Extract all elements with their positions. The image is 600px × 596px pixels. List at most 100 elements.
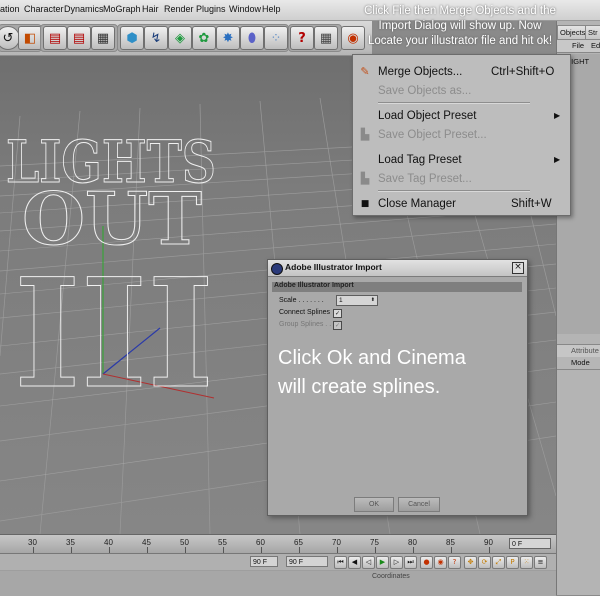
next-key-icon[interactable]: ▷ — [390, 556, 403, 569]
tick-label: 40 — [104, 538, 113, 547]
tab-objects[interactable]: Objects — [557, 25, 587, 40]
menu-item-label: Save Object Preset... — [378, 129, 487, 141]
menu-item-load-object-preset[interactable]: Load Object Preset ▶ — [353, 106, 570, 126]
menu-item-save-object-preset[interactable]: ▙ Save Object Preset... — [353, 125, 570, 145]
attributes-tab-bar: Attribute — [557, 344, 600, 357]
tick-mark — [261, 547, 262, 553]
scale-input[interactable]: 1 ⬍ — [336, 295, 378, 306]
menu-item-load-tag-preset[interactable]: Load Tag Preset ▶ — [353, 150, 570, 170]
stepper-arrows-icon[interactable]: ⬍ — [371, 296, 375, 305]
position-key-icon[interactable]: ✥ — [464, 556, 477, 569]
particle-icon[interactable]: ✸ — [216, 26, 240, 50]
scene-icon[interactable]: ⁘ — [264, 26, 288, 50]
render-view-icon[interactable]: ▤ — [43, 26, 67, 50]
app-logo-icon — [271, 263, 283, 275]
dialog-note-text: Click Ok and Cinema will create splines. — [278, 347, 466, 398]
objects-menu-edit[interactable]: Ed — [591, 41, 600, 50]
group-splines-checkbox[interactable]: ✓ — [333, 321, 342, 330]
menu-item-label: Merge Objects... — [378, 66, 463, 78]
tick-mark — [109, 547, 110, 553]
autokey-icon[interactable]: ◉ — [434, 556, 447, 569]
tick-label: 75 — [370, 538, 379, 547]
menu-plugins[interactable]: Plugins — [196, 4, 226, 14]
spline-pen-icon[interactable]: ↯ — [144, 26, 168, 50]
play-backwards-icon[interactable]: ◁ — [362, 556, 375, 569]
menu-separator — [378, 190, 530, 192]
menu-dynamics[interactable]: Dynamics — [64, 4, 104, 14]
menu-item-merge-objects[interactable]: ✎ Merge Objects... Ctrl+Shift+O — [353, 62, 570, 82]
merge-objects-icon: ✎ — [360, 65, 370, 78]
cube-icon[interactable]: ⬢ — [120, 26, 144, 50]
menu-hair[interactable]: Hair — [142, 4, 159, 14]
submenu-arrow-icon: ▶ — [554, 155, 561, 164]
spline-text-line-3: III — [14, 246, 214, 422]
attributes-menu-mode[interactable]: Mode — [571, 358, 590, 367]
illustrator-import-dialog: Adobe Illustrator Import × Adobe Illustr… — [267, 259, 528, 516]
timeline-options-icon[interactable]: ≡ — [534, 556, 547, 569]
deformer-icon[interactable]: ⬮ — [240, 26, 264, 50]
menu-item-close-manager[interactable]: ■ Close Manager Shift+W — [353, 194, 570, 214]
menu-item-save-tag-preset[interactable]: ▙ Save Tag Preset... — [353, 169, 570, 189]
tick-mark — [147, 547, 148, 553]
menu-mograph[interactable]: MoGraph — [103, 4, 141, 14]
render-picture-viewer-icon[interactable]: ▤ — [67, 26, 91, 50]
file-menu-dropdown: ✎ Merge Objects... Ctrl+Shift+O Save Obj… — [352, 54, 571, 216]
tick-label: 85 — [446, 538, 455, 547]
timeline-ruler[interactable]: 30 35 40 45 50 55 60 65 70 75 80 85 90 0… — [0, 535, 556, 554]
tick-mark — [223, 547, 224, 553]
tab-structure[interactable]: Str — [585, 25, 600, 40]
menu-render[interactable]: Render — [164, 4, 194, 14]
help-icon[interactable]: ? — [290, 26, 314, 50]
group-splines-label: Group Splines . . — [279, 321, 332, 328]
go-to-end-icon[interactable]: ⏭ — [404, 556, 417, 569]
objects-menu-file[interactable]: File — [572, 41, 584, 50]
close-icon[interactable]: × — [512, 262, 524, 274]
timeline: 30 35 40 45 50 55 60 65 70 75 80 85 90 0… — [0, 534, 556, 596]
keyframe-selection-icon[interactable]: ? — [448, 556, 461, 569]
menu-item-shortcut: Ctrl+Shift+O — [491, 66, 555, 78]
tick-label: 70 — [332, 538, 341, 547]
menu-window[interactable]: Window — [229, 4, 261, 14]
menu-help[interactable]: Help — [262, 4, 281, 14]
menu-animation[interactable]: ation — [0, 4, 20, 14]
preset-icon: ▙ — [360, 128, 370, 141]
connect-splines-label: Connect Splines — [279, 309, 330, 316]
param-key-icon[interactable]: P — [506, 556, 519, 569]
nurbs-icon[interactable]: ◈ — [168, 26, 192, 50]
array-icon[interactable]: ✿ — [192, 26, 216, 50]
material-icon[interactable]: ▦ — [314, 26, 338, 50]
tick-label: 50 — [180, 538, 189, 547]
previous-key-icon[interactable]: ◀ — [348, 556, 361, 569]
preview-max-field[interactable]: 90 F — [286, 556, 328, 567]
rotation-key-icon[interactable]: ⟳ — [478, 556, 491, 569]
ok-button[interactable]: OK — [354, 497, 394, 512]
menu-item-save-objects-as[interactable]: Save Objects as... — [353, 81, 570, 101]
preset-icon: ▙ — [360, 172, 370, 185]
menu-item-label: Close Manager — [378, 198, 456, 210]
render-settings-icon[interactable]: ▦ — [91, 26, 115, 50]
playback-bar: 90 F 90 F ⏮ ◀ ◁ ▶ ▷ ⏭ ● ◉ ? ✥ ⟳ ⤢ P ⁙ ≡ — [0, 554, 556, 570]
tick-mark — [375, 547, 376, 553]
tick-label: 60 — [256, 538, 265, 547]
coordinates-bar: Coordinates — [0, 571, 556, 596]
preview-min-field[interactable]: 90 F — [250, 556, 278, 567]
connect-splines-checkbox[interactable]: ✓ — [333, 309, 342, 318]
tab-attributes[interactable]: Attribute — [571, 346, 599, 355]
record-icon[interactable]: ● — [420, 556, 433, 569]
submenu-arrow-icon: ▶ — [554, 111, 561, 120]
coordinate-system-icon[interactable]: ◧ — [18, 26, 42, 50]
cancel-button[interactable]: Cancel — [398, 497, 440, 512]
current-frame-field[interactable]: 0 F — [509, 538, 551, 549]
menu-item-shortcut: Shift+W — [511, 198, 552, 210]
tick-label: 65 — [294, 538, 303, 547]
menu-character[interactable]: Character — [24, 4, 64, 14]
play-icon[interactable]: ▶ — [376, 556, 389, 569]
point-level-icon[interactable]: ⁙ — [520, 556, 533, 569]
scale-key-icon[interactable]: ⤢ — [492, 556, 505, 569]
go-to-start-icon[interactable]: ⏮ — [334, 556, 347, 569]
tick-mark — [337, 547, 338, 553]
tick-mark — [33, 547, 34, 553]
dialog-title-bar[interactable]: Adobe Illustrator Import × — [268, 260, 527, 277]
close-manager-icon: ■ — [360, 199, 370, 209]
tick-mark — [71, 547, 72, 553]
